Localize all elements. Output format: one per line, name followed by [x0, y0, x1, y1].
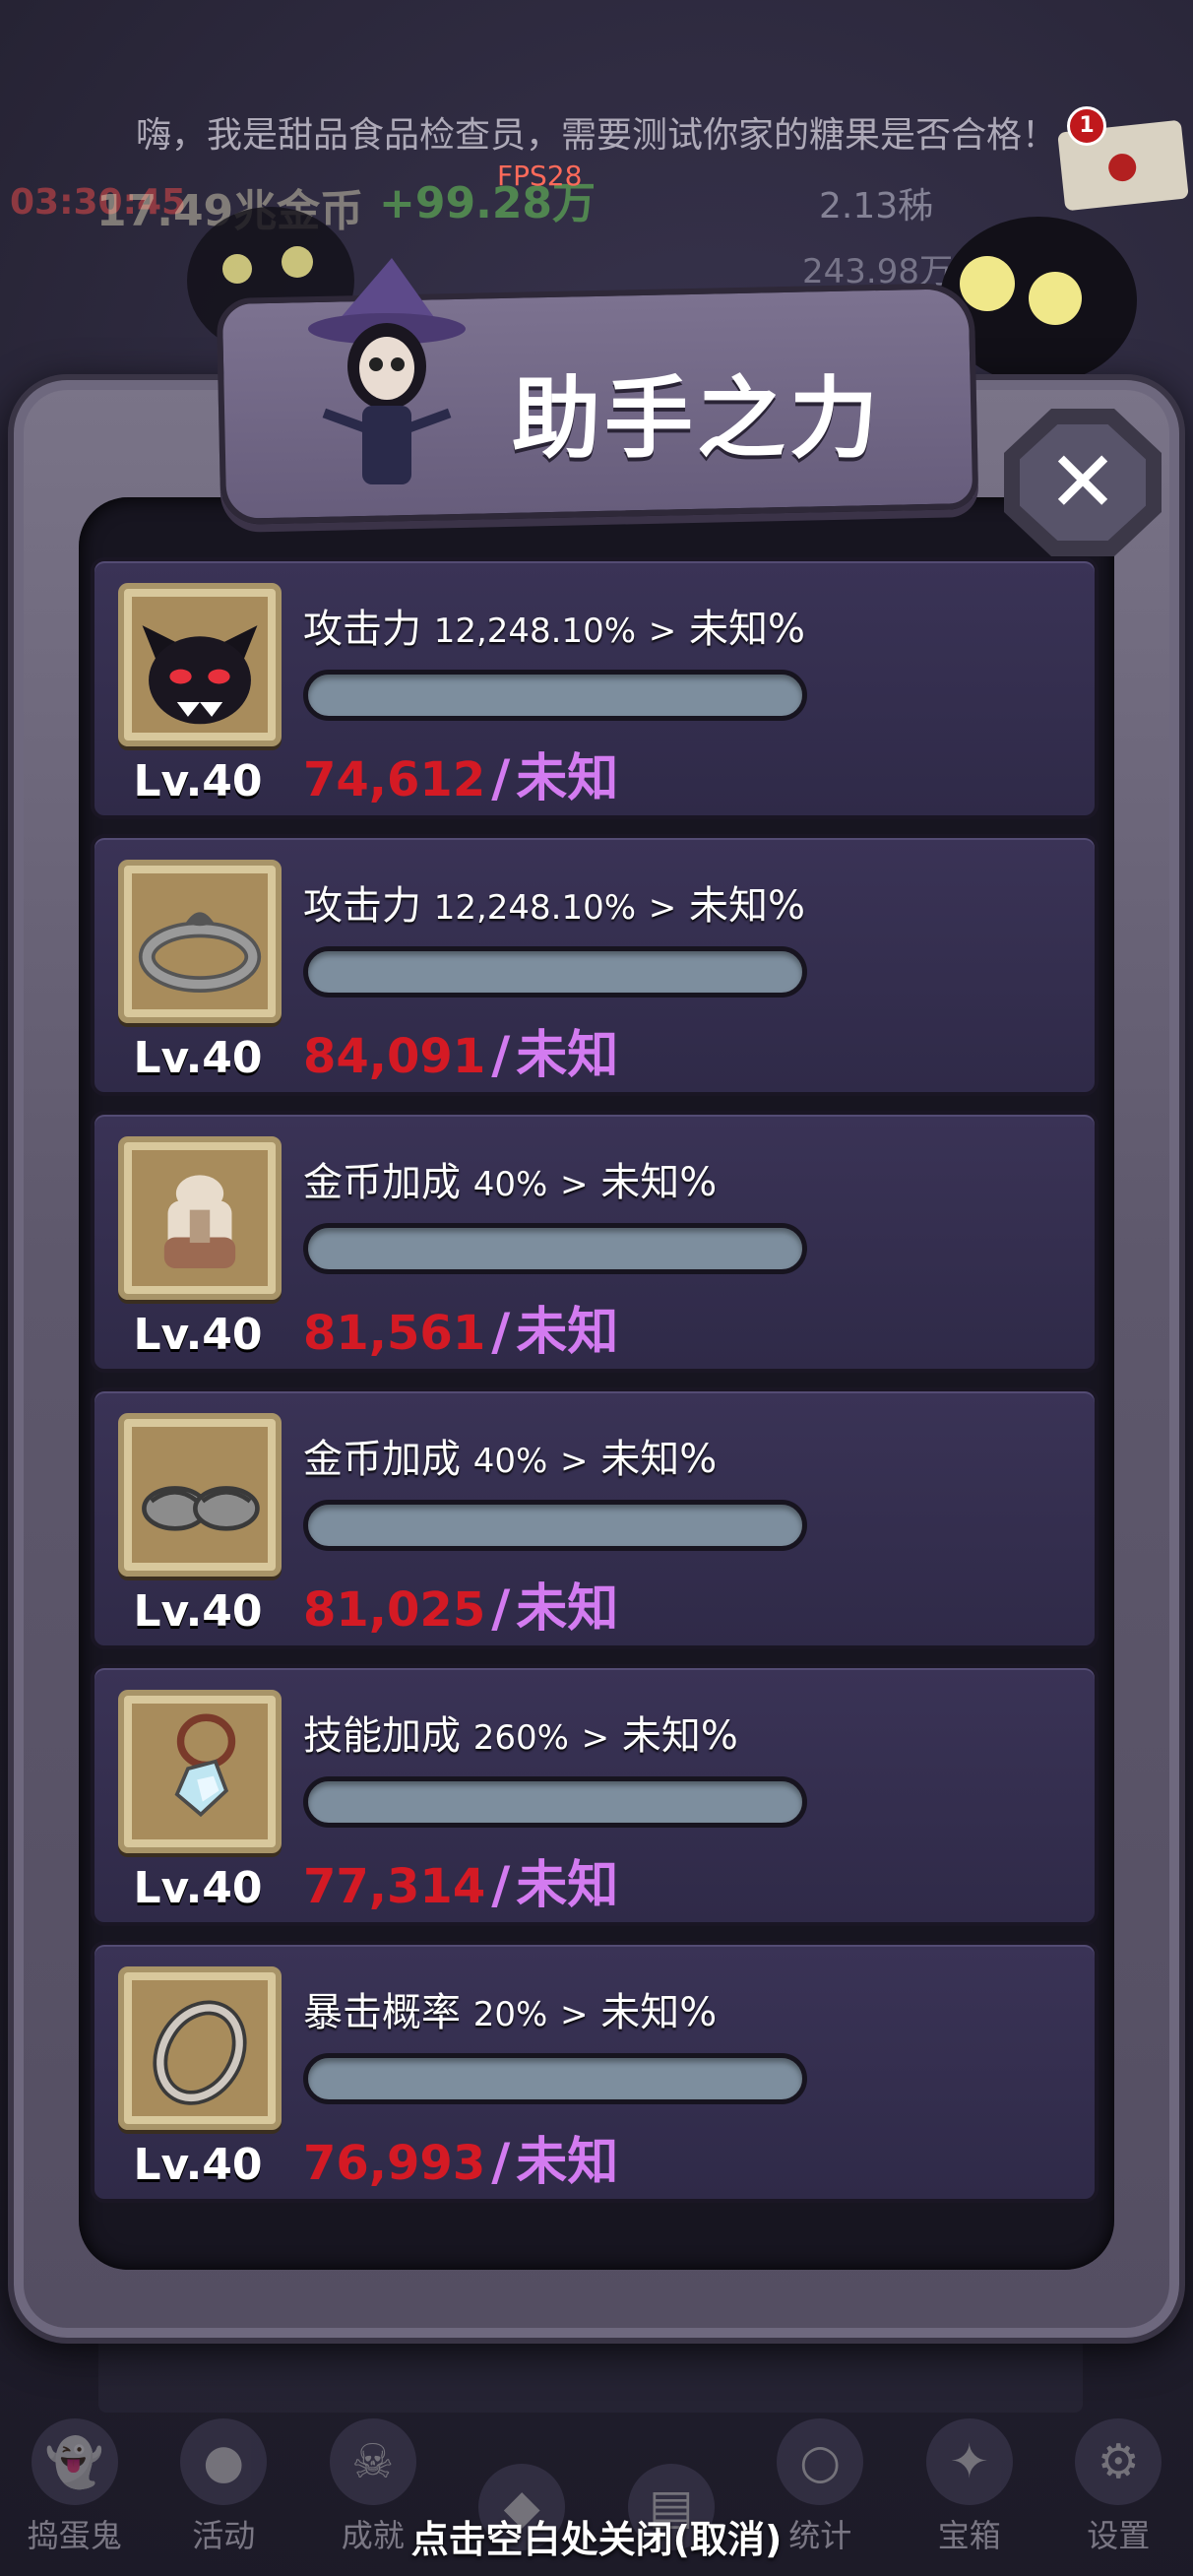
- item-stat: 技能加成 260% > 未知%: [303, 1713, 738, 1759]
- close-hint[interactable]: 点击空白处关闭(取消): [0, 2509, 1193, 2563]
- item-cost: 81,561/未知: [303, 1303, 619, 1362]
- close-button[interactable]: ✕: [1004, 409, 1162, 556]
- item-level: Lv.40: [133, 1863, 263, 1913]
- item-icon-frame[interactable]: [118, 583, 282, 746]
- item-progress-bar: [303, 1223, 807, 1274]
- item-cost: 74,612/未知: [303, 749, 619, 808]
- mail-badge: 1: [1067, 106, 1106, 146]
- item-progress-bar: [303, 1500, 807, 1551]
- cost-need: 未知: [516, 1856, 619, 1915]
- helper-item-card[interactable]: Lv.40 金币加成 40% > 未知% 81,561/未知: [91, 1111, 1099, 1373]
- item-stat: 金币加成 40% > 未知%: [303, 1437, 718, 1482]
- helper-item-card[interactable]: Lv.40 技能加成 260% > 未知% 77,314/未知: [91, 1664, 1099, 1926]
- helper-item-card[interactable]: Lv.40 攻击力 12,248.10% > 未知% 74,612/未知: [91, 557, 1099, 819]
- item-progress-bar: [303, 1776, 807, 1828]
- ring-icon: [153, 2000, 247, 2105]
- item-progress-bar: [303, 2053, 807, 2104]
- gem-pendant-icon: [174, 1713, 236, 1818]
- item-icon-frame[interactable]: [118, 860, 282, 1023]
- item-level: Lv.40: [133, 756, 263, 806]
- helper-item-card[interactable]: Lv.40 攻击力 12,248.10% > 未知% 84,091/未知: [91, 834, 1099, 1096]
- cost-have: 81,561: [303, 1306, 486, 1361]
- item-stat: 攻击力 12,248.10% > 未知%: [303, 607, 806, 652]
- headband-icon: [138, 912, 262, 993]
- item-level: Lv.40: [133, 2140, 263, 2190]
- item-icon-frame[interactable]: [118, 1690, 282, 1853]
- cost-have: 76,993: [303, 2136, 486, 2191]
- marquee-text: 嗨，我是甜品食品检查员，需要测试你家的糖果是否合格！: [135, 115, 1057, 156]
- demon-head-icon: [142, 625, 258, 725]
- item-progress-bar: [303, 946, 807, 998]
- item-cost: 81,025/未知: [303, 1579, 619, 1639]
- close-icon: ✕: [1020, 424, 1146, 541]
- gift-icon: ✦: [925, 2418, 1013, 2505]
- helper-item-card[interactable]: Lv.40 暴击概率 20% > 未知% 76,993/未知: [91, 1941, 1099, 2203]
- cauldron-icon: ●: [180, 2418, 268, 2505]
- witch-mascot: [308, 258, 466, 484]
- cost-need: 未知: [516, 1026, 619, 1085]
- item-icon-frame[interactable]: [118, 1966, 282, 2130]
- item-stat: 攻击力 12,248.10% > 未知%: [303, 883, 806, 929]
- cost-need: 未知: [516, 2133, 619, 2192]
- cost-have: 77,314: [303, 1859, 486, 1914]
- cost-need: 未知: [516, 1303, 619, 1362]
- cost-have: 84,091: [303, 1029, 486, 1084]
- item-progress-bar: [303, 670, 807, 721]
- item-icon-frame[interactable]: [118, 1136, 282, 1300]
- item-cost: 76,993/未知: [303, 2133, 619, 2192]
- ghost-icon: 👻: [31, 2418, 118, 2505]
- item-cost: 77,314/未知: [303, 1856, 619, 1915]
- dialog-title: 助手之力: [512, 367, 882, 471]
- orb-icon: ○: [777, 2418, 864, 2505]
- skull-icon: ☠: [329, 2418, 416, 2505]
- gear-icon: ⚙: [1075, 2418, 1162, 2505]
- candy-rate: 2.13秭: [819, 186, 934, 226]
- helper-item-card[interactable]: Lv.40 金币加成 40% > 未知% 81,025/未知: [91, 1387, 1099, 1649]
- fps-counter: FPS28: [497, 160, 583, 192]
- item-stat: 金币加成 40% > 未知%: [303, 1160, 718, 1205]
- cost-need: 未知: [516, 1579, 619, 1639]
- cost-need: 未知: [516, 749, 619, 808]
- cost-have: 74,612: [303, 752, 486, 807]
- item-cost: 84,091/未知: [303, 1026, 619, 1085]
- item-icon-frame[interactable]: [118, 1413, 282, 1577]
- item-level: Lv.40: [133, 1586, 263, 1637]
- cost-have: 81,025: [303, 1582, 486, 1638]
- slippers-icon: [142, 1486, 260, 1531]
- cloak-icon: [163, 1175, 236, 1269]
- item-stat: 暴击概率 20% > 未知%: [303, 1990, 718, 2035]
- item-level: Lv.40: [133, 1033, 263, 1083]
- item-level: Lv.40: [133, 1310, 263, 1360]
